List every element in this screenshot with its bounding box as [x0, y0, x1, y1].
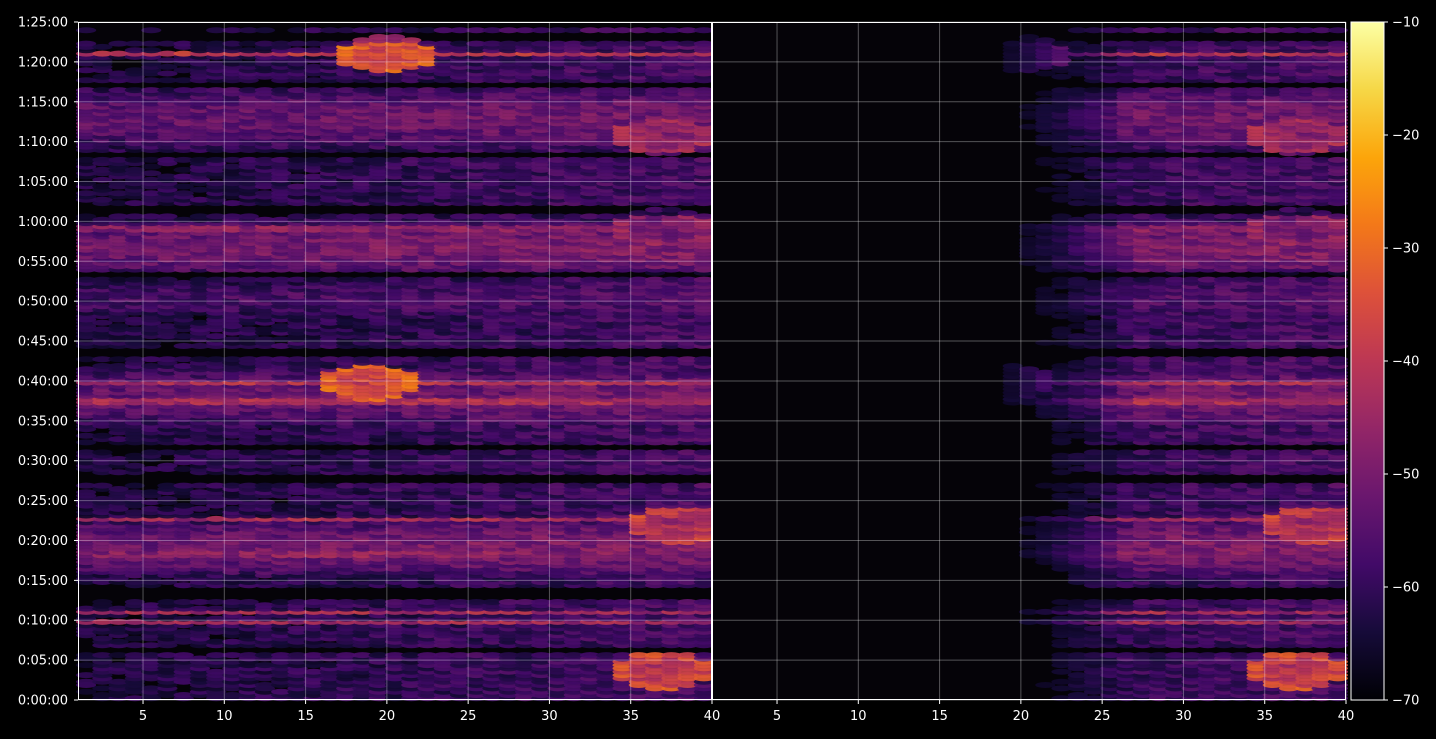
heat-cell [141, 27, 162, 34]
heat-cell [238, 213, 259, 220]
heatmap-panel-left [76, 22, 715, 702]
heat-cell [157, 213, 178, 220]
heat-cell [76, 27, 97, 34]
heat-cell [92, 449, 113, 456]
heatmap-chart: 0:00:000:05:000:10:000:15:000:20:000:25:… [0, 0, 1436, 739]
heat-cell [92, 599, 113, 605]
heat-cell [76, 213, 97, 220]
heat-cell [124, 482, 145, 489]
heat-cell [173, 652, 194, 659]
heat-cell [92, 482, 113, 489]
heat-cell [254, 27, 275, 34]
heat-cell [173, 190, 194, 197]
